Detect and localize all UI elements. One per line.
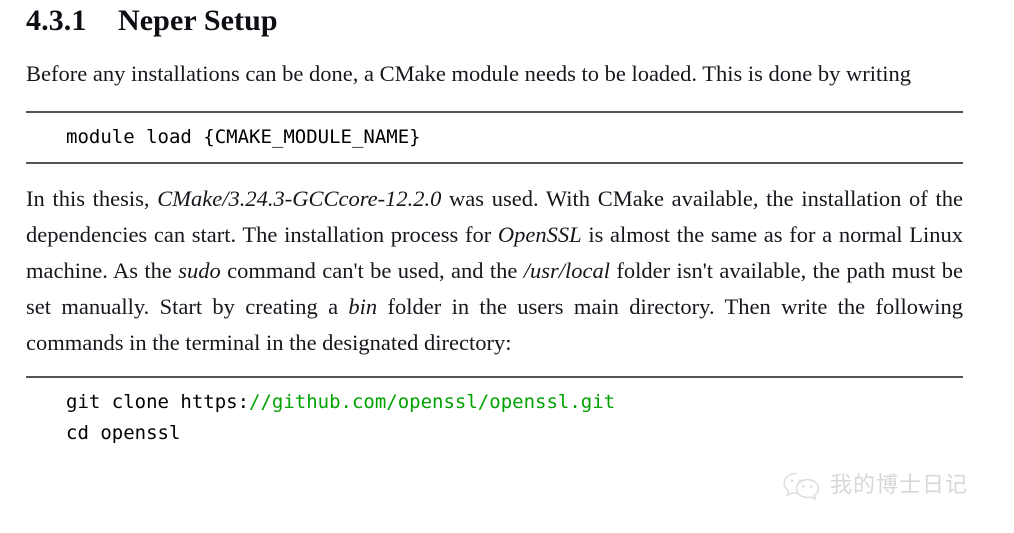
watermark: 我的博士日记 <box>782 470 968 502</box>
paragraph-main-part4: command can't be used, and the <box>220 258 524 283</box>
code-command-prefix: cd openssl <box>66 422 181 444</box>
code-url: //github.com/openssl/openssl.git <box>249 391 616 413</box>
emphasis-openssl: OpenSSL <box>497 222 582 247</box>
paragraph-main: In this thesis, CMake/3.24.3-GCCcore-12.… <box>26 181 963 361</box>
paragraph-intro-text: Before any installations can be done, a … <box>26 61 912 86</box>
code-line: cd openssl <box>26 418 963 449</box>
emphasis-usr-local: /usr/local <box>523 258 610 283</box>
emphasis-sudo: sudo <box>178 258 221 283</box>
paragraph-intro: Before any installations can be done, a … <box>26 56 963 92</box>
section-number: 4.3.1 <box>26 4 87 37</box>
section-heading: 4.3.1 Neper Setup <box>26 0 988 36</box>
emphasis-cmake-version: CMake/3.24.3-GCCcore-12.2.0 <box>157 186 442 211</box>
section-title: Neper Setup <box>118 4 278 37</box>
paragraph-main-part1: In this thesis, <box>26 186 158 211</box>
code-block-openssl-clone: git clone https://github.com/openssl/ope… <box>26 376 963 449</box>
code-block-cmake-module-load: module load {CMAKE_MODULE_NAME} <box>26 111 963 164</box>
watermark-text: 我的博士日记 <box>830 473 969 498</box>
wechat-logo-icon <box>783 472 820 501</box>
code-command-prefix: git clone https: <box>66 391 250 413</box>
code-line: git clone https://github.com/openssl/ope… <box>26 387 963 418</box>
emphasis-bin: bin <box>348 294 378 319</box>
document-page: 4.3.1 Neper Setup Before any installation… <box>0 0 1014 533</box>
code-line: module load {CMAKE_MODULE_NAME} <box>66 126 421 148</box>
